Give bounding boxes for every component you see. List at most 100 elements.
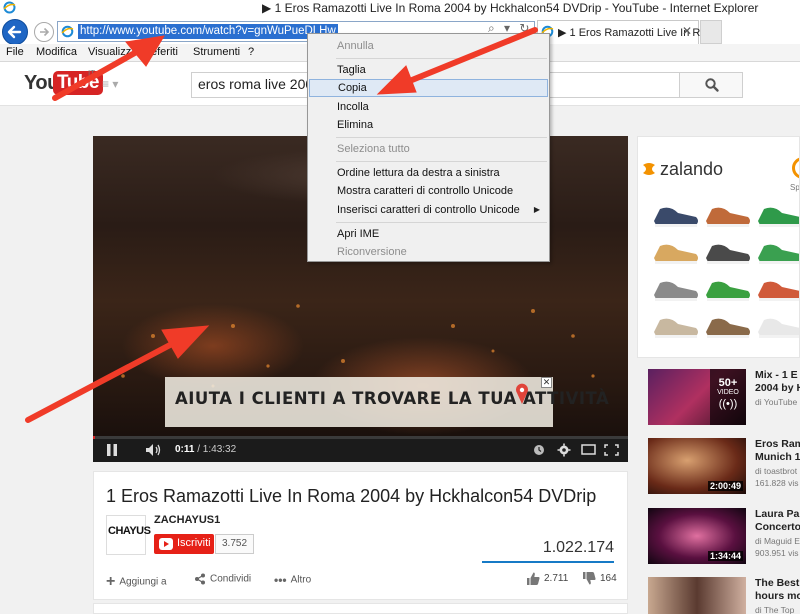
youtube-region-label: IT [88, 69, 96, 78]
more-button[interactable]: ••• Altro [274, 573, 311, 587]
subscriber-count: 3.752 [215, 534, 255, 554]
ctx-label: Elimina [337, 119, 374, 131]
ctx-label: Incolla [337, 101, 369, 113]
ctx-seleziona-tutto[interactable]: Seleziona tutto [309, 140, 548, 158]
overlay-ad-banner[interactable]: AIUTA I CLIENTI A TROVARE LA TUA ATTIVIT… [165, 377, 609, 427]
shoe-image [706, 318, 750, 338]
related-title-line1[interactable]: The Best [755, 577, 800, 590]
context-menu: Annulla Taglia Copia Incolla Elimina Sel… [307, 33, 550, 262]
related-title-line2[interactable]: Munich 1 [755, 451, 800, 463]
ad-badge-text: Sp [790, 183, 800, 192]
ctx-copia[interactable]: Copia [309, 79, 548, 97]
related-title-line2[interactable]: hours mo [755, 590, 800, 602]
channel-avatar[interactable]: CHAYUS [106, 515, 151, 555]
share-icon [195, 573, 205, 585]
like-count: 2.711 [544, 573, 569, 585]
window-titlebar: ▶ 1 Eros Ramazotti Live In Roma 2004 by … [0, 0, 800, 18]
thumbs-down-icon [583, 572, 596, 585]
related-video-4[interactable]: The Best hours mo di The Top [648, 577, 800, 614]
ctx-separator [336, 137, 547, 138]
channel-name-link[interactable]: ZACHAYUS1 [154, 514, 220, 526]
shoes-grid [654, 207, 799, 338]
ctx-label: Copia [338, 82, 367, 94]
submenu-arrow-icon: ▶ [533, 205, 540, 214]
ctx-taglia[interactable]: Taglia [309, 61, 548, 79]
related-channel: di YouTube [755, 397, 798, 407]
video-duration: 2:00:49 [707, 481, 743, 491]
volume-icon[interactable] [145, 443, 163, 457]
dislike-count: 164 [600, 573, 617, 585]
video-thumbnail[interactable]: 1:34:44 [648, 508, 746, 564]
related-views: 903.951 vis [755, 548, 799, 558]
video-info-card: 1 Eros Ramazotti Live In Roma 2004 by Hc… [93, 471, 628, 600]
ctx-annulla[interactable]: Annulla [309, 37, 548, 55]
related-title-line2[interactable]: 2004 by H [755, 382, 800, 394]
video-duration: 1:34:44 [707, 551, 743, 561]
related-title-line2[interactable]: Concerto [755, 521, 800, 533]
dislike-button[interactable]: 164 [582, 572, 617, 585]
subscribe-button[interactable]: Iscriviti [154, 534, 214, 554]
ctx-incolla[interactable]: Incolla [309, 98, 548, 116]
ctx-inserisci-caratteri[interactable]: Inserisci caratteri di controllo Unicode… [309, 201, 548, 219]
youtube-play-icon [159, 538, 173, 550]
pause-icon[interactable] [105, 443, 119, 457]
related-views: 161.828 vis [755, 478, 799, 488]
like-button[interactable]: 2.711 [526, 572, 568, 585]
zalando-logo-icon [643, 163, 655, 175]
ad-badge-icon [792, 157, 799, 179]
related-title-line1[interactable]: Laura Pa [755, 508, 800, 521]
mix-overlay: 50+ VIDEO ((•)) [710, 369, 746, 425]
guide-menu-icon[interactable]: ≡ ▾ [102, 77, 118, 91]
video-thumbnail[interactable]: 50+ VIDEO ((•)) [648, 369, 746, 425]
ctx-label: Ordine lettura da destra a sinistra [337, 167, 500, 179]
related-video-2[interactable]: 2:00:49 Eros Ram Munich 1 di toastbrot 1… [648, 438, 800, 498]
shoe-image [654, 318, 698, 338]
menu-preferiti[interactable]: Preferiti [140, 46, 178, 58]
ad-text[interactable]: AIUTA I CLIENTI A TROVARE LA TUA ATTIVIT… [175, 389, 609, 408]
menu-strumenti[interactable]: Strumenti [193, 46, 240, 58]
related-video-1[interactable]: 50+ VIDEO ((•)) Mix - 1 E 2004 by H di Y… [648, 369, 800, 429]
ctx-ordine-lettura[interactable]: Ordine lettura da destra a sinistra [309, 164, 548, 182]
zalando-brand: zalando [660, 159, 724, 179]
menu-visualizza[interactable]: Visualizza [88, 46, 137, 58]
settings-gear-icon[interactable] [557, 443, 571, 457]
menu-modifica[interactable]: Modifica [36, 46, 77, 58]
new-tab-button[interactable] [700, 20, 722, 44]
zalando-ad[interactable]: zalando Sp [637, 136, 800, 358]
ctx-elimina[interactable]: Elimina [309, 116, 548, 134]
ad-close-button[interactable]: ✕ [541, 377, 552, 388]
search-button[interactable] [679, 72, 743, 98]
share-button[interactable]: Condividi [194, 573, 251, 585]
shoe-image [654, 244, 698, 264]
add-to-label: Aggiungi a [119, 576, 167, 588]
shoe-image [758, 244, 799, 264]
tab-close-icon[interactable]: ✕ [682, 24, 692, 38]
window-title: ▶ 1 Eros Ramazotti Live In Roma 2004 by … [262, 1, 759, 15]
forward-button[interactable] [34, 22, 54, 42]
youtube-logo-tube[interactable]: Tube [53, 71, 103, 95]
browser-tab[interactable]: ▶ 1 Eros Ramazotti Live In Ro... ✕ [537, 20, 716, 44]
related-title-line1[interactable]: Mix - 1 E [755, 369, 800, 382]
description-card [93, 603, 628, 614]
ctx-label: Seleziona tutto [337, 143, 410, 155]
related-channel: di The Top [755, 605, 795, 614]
video-thumbnail[interactable]: 2:00:49 [648, 438, 746, 494]
menu-help[interactable]: ? [248, 46, 254, 58]
arrow-right-icon [40, 27, 50, 37]
video-thumbnail[interactable] [648, 577, 746, 614]
back-button[interactable] [2, 19, 28, 45]
add-to-button[interactable]: + Aggiungi a [106, 573, 167, 591]
watch-later-icon[interactable] [534, 445, 544, 455]
theater-mode-icon[interactable] [581, 444, 596, 455]
time-display: 0:11 / 1:43:32 [175, 444, 236, 455]
ctx-label: Apri IME [337, 228, 380, 240]
menu-file[interactable]: File [6, 46, 24, 58]
related-title-line1[interactable]: Eros Ram [755, 438, 800, 451]
url-selected-text[interactable]: http://www.youtube.com/watch?v=gnWuPueDL… [78, 24, 338, 39]
ctx-riconversione[interactable]: Riconversione [309, 243, 548, 261]
ctx-mostra-caratteri[interactable]: Mostra caratteri di controllo Unicode [309, 182, 548, 200]
fullscreen-icon[interactable] [604, 444, 619, 456]
related-video-3[interactable]: 1:34:44 Laura Pa Concerto di Maguid E 90… [648, 508, 800, 568]
shoe-image [654, 281, 698, 301]
ctx-apri-ime[interactable]: Apri IME [309, 225, 548, 243]
